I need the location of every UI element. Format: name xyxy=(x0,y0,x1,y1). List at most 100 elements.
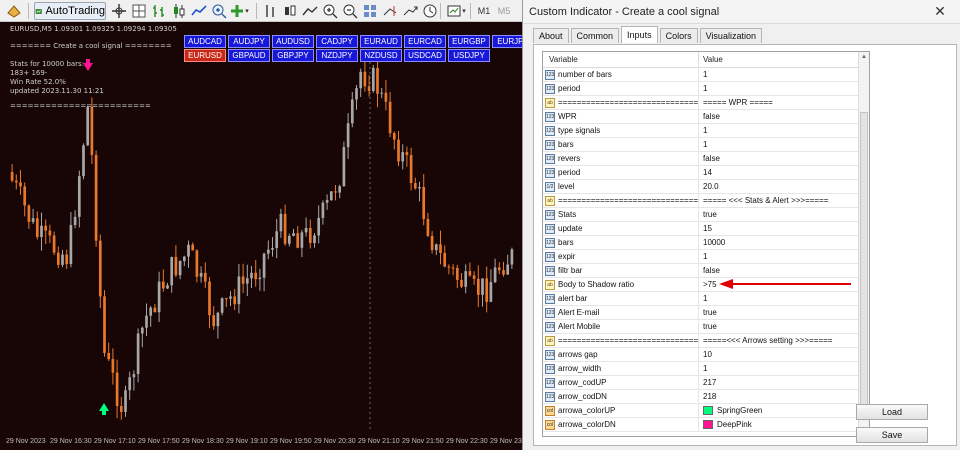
input-row-arrowa-colordn[interactable]: col arrowa_colorDN DeepPink xyxy=(543,418,859,432)
scroll-up-icon[interactable]: ▲ xyxy=(859,52,869,62)
price-chart[interactable]: EURUSD,M5 1.09301 1.09325 1.09294 1.0930… xyxy=(0,22,528,450)
input-value[interactable]: 10000 xyxy=(703,238,725,247)
input-row-[interactable]: ab================================== ====… xyxy=(543,194,859,208)
input-row-bars[interactable]: 123 bars 1 xyxy=(543,138,859,152)
column-header-variable[interactable]: Variable xyxy=(543,52,699,67)
zoom-out-chart-icon[interactable] xyxy=(342,2,358,20)
input-row-number-of-bars[interactable]: 123 number of bars 1 xyxy=(543,68,859,82)
autoscroll-icon[interactable] xyxy=(402,2,418,20)
input-row-wpr[interactable]: 123 WPR false xyxy=(543,110,859,124)
input-row-arrow-coddn[interactable]: 123 arrow_codDN 218 xyxy=(543,390,859,404)
line-style-icon[interactable] xyxy=(302,2,318,20)
input-row-type-signals[interactable]: 123 type signals 1 xyxy=(543,124,859,138)
input-row-arrow-width[interactable]: 123 arrow_width 1 xyxy=(543,362,859,376)
input-row-revers[interactable]: 123 revers false xyxy=(543,152,859,166)
close-icon[interactable]: ✕ xyxy=(923,0,957,22)
input-value[interactable]: true xyxy=(703,322,717,331)
bar-chart-icon[interactable] xyxy=(150,2,168,20)
tab-common[interactable]: Common xyxy=(570,28,620,43)
input-value[interactable]: ===== <<< Stats & Alert >>>===== xyxy=(703,196,828,205)
scrollbar-thumb[interactable] xyxy=(860,112,868,410)
input-value[interactable]: true xyxy=(703,210,717,219)
indicators-icon[interactable]: ▾ xyxy=(228,2,250,20)
pair-button-eurgbp[interactable]: EURGBP xyxy=(448,35,490,48)
input-value[interactable]: false xyxy=(703,112,720,121)
bar-style-icon[interactable] xyxy=(262,2,278,20)
input-row-body-to-shadow-ratio[interactable]: ab Body to Shadow ratio >75 xyxy=(543,278,859,292)
input-row-[interactable]: ab================================== ====… xyxy=(543,334,859,348)
pair-button-eurcad[interactable]: EURCAD xyxy=(404,35,446,48)
input-value[interactable]: SpringGreen xyxy=(717,406,762,415)
input-value[interactable]: =====<<< Arrows setting >>>===== xyxy=(703,336,832,345)
input-row-[interactable]: ab================================== ====… xyxy=(543,96,859,110)
load-button[interactable]: Load xyxy=(856,404,928,420)
chart-grid-icon[interactable] xyxy=(130,2,148,20)
input-row-update[interactable]: 123 update 15 xyxy=(543,222,859,236)
input-value[interactable]: 20.0 xyxy=(703,182,719,191)
zoom-in-chart-icon[interactable] xyxy=(322,2,338,20)
pair-button-usdcad[interactable]: USDCAD xyxy=(404,49,446,62)
input-value[interactable]: 1 xyxy=(703,140,707,149)
input-row-stats[interactable]: 123 Stats true xyxy=(543,208,859,222)
pair-button-audusd[interactable]: AUDUSD xyxy=(272,35,314,48)
crosshair-icon[interactable] xyxy=(110,2,128,20)
input-value[interactable]: 1 xyxy=(703,84,707,93)
input-value[interactable]: false xyxy=(703,154,720,163)
tab-colors[interactable]: Colors xyxy=(659,28,698,43)
input-value[interactable]: 15 xyxy=(703,224,712,233)
input-value[interactable]: >75 xyxy=(703,280,717,289)
new-order-icon[interactable] xyxy=(4,2,24,20)
pair-button-nzdjpy[interactable]: NZDJPY xyxy=(316,49,358,62)
tab-visualization[interactable]: Visualization xyxy=(699,28,762,43)
input-row-filtr-bar[interactable]: 123 filtr bar false xyxy=(543,264,859,278)
pair-button-audcad[interactable]: AUDCAD xyxy=(184,35,226,48)
input-row-bars[interactable]: 123 bars 10000 xyxy=(543,236,859,250)
input-row-level[interactable]: 1/2 level 20.0 xyxy=(543,180,859,194)
input-row-arrows-gap[interactable]: 123 arrows gap 10 xyxy=(543,348,859,362)
vertical-scrollbar[interactable]: ▲ ▼ xyxy=(858,52,869,436)
column-header-value[interactable]: Value xyxy=(699,52,723,67)
input-row-arrow-codup[interactable]: 123 arrow_codUP 217 xyxy=(543,376,859,390)
pair-button-eurusd[interactable]: EURUSD xyxy=(184,49,226,62)
input-row-expir[interactable]: 123 expir 1 xyxy=(543,250,859,264)
input-value[interactable]: 217 xyxy=(703,378,716,387)
pair-button-usdjpy[interactable]: USDJPY xyxy=(448,49,490,62)
input-value[interactable]: 1 xyxy=(703,252,707,261)
input-value[interactable]: DeepPink xyxy=(717,420,752,429)
timeframe-m1[interactable]: M1 xyxy=(476,2,492,20)
input-row-alert-mobile[interactable]: 123 Alert Mobile true xyxy=(543,320,859,334)
input-value[interactable]: false xyxy=(703,266,720,275)
candlestick-icon[interactable] xyxy=(170,2,188,20)
input-row-alert-bar[interactable]: 123 alert bar 1 xyxy=(543,292,859,306)
input-value[interactable]: 10 xyxy=(703,350,712,359)
templates-icon[interactable]: ▾ xyxy=(444,2,468,20)
input-value[interactable]: 14 xyxy=(703,168,712,177)
tile-windows-icon[interactable] xyxy=(362,2,378,20)
pair-button-euraud[interactable]: EURAUD xyxy=(360,35,402,48)
save-button[interactable]: Save xyxy=(856,427,928,443)
input-value[interactable]: 1 xyxy=(703,70,707,79)
timeframe-m5[interactable]: M5 xyxy=(496,2,512,20)
autotrading-button[interactable]: AutoTrading xyxy=(34,2,106,20)
input-row-arrowa-colorup[interactable]: col arrowa_colorUP SpringGreen xyxy=(543,404,859,418)
pair-button-nzdusd[interactable]: NZDUSD xyxy=(360,49,402,62)
input-row-period[interactable]: 123 period 14 xyxy=(543,166,859,180)
pair-button-gbpaud[interactable]: GBPAUD xyxy=(228,49,270,62)
input-value[interactable]: ===== WPR ===== xyxy=(703,98,773,107)
input-value[interactable]: 1 xyxy=(703,294,707,303)
zoom-in-icon[interactable] xyxy=(210,2,228,20)
input-value[interactable]: true xyxy=(703,308,717,317)
pair-button-cadjpy[interactable]: CADJPY xyxy=(316,35,358,48)
line-chart-icon[interactable] xyxy=(190,2,208,20)
pair-button-gbpjpy[interactable]: GBPJPY xyxy=(272,49,314,62)
input-value[interactable]: 1 xyxy=(703,364,707,373)
input-value[interactable]: 218 xyxy=(703,392,716,401)
input-row-alert-e-mail[interactable]: 123 Alert E-mail true xyxy=(543,306,859,320)
input-value[interactable]: 1 xyxy=(703,126,707,135)
pair-button-audjpy[interactable]: AUDJPY xyxy=(228,35,270,48)
tab-about[interactable]: About xyxy=(533,28,569,43)
chart-shift-icon[interactable] xyxy=(382,2,398,20)
candles-style-icon[interactable] xyxy=(282,2,298,20)
tab-inputs[interactable]: Inputs xyxy=(621,26,658,43)
periodicity-icon[interactable] xyxy=(422,2,438,20)
